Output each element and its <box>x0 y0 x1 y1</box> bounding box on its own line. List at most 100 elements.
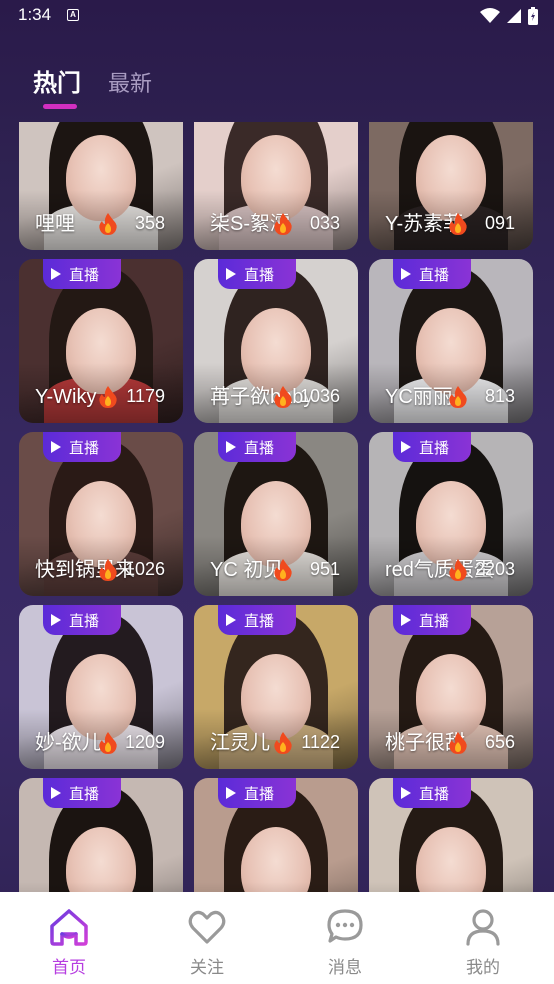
nav-message-label: 消息 <box>328 958 362 977</box>
play-icon <box>226 614 236 626</box>
fire-icon <box>449 732 467 754</box>
live-label: 直播 <box>244 439 275 457</box>
popularity-count: 1036 <box>299 386 340 406</box>
live-label: 直播 <box>419 612 450 630</box>
status-time: 1:34 <box>18 5 52 24</box>
popularity-count: 951 <box>309 559 340 579</box>
home-icon <box>50 909 88 946</box>
fire-icon <box>274 213 292 235</box>
card-shade <box>194 882 358 892</box>
play-icon <box>401 441 411 453</box>
popularity-count: 1026 <box>124 559 165 579</box>
live-label: 直播 <box>69 785 100 803</box>
live-badge: 直播 <box>393 778 471 808</box>
fire-icon <box>99 213 117 235</box>
tab-new[interactable]: 最新 <box>108 66 152 98</box>
live-label: 直播 <box>69 439 100 457</box>
user-icon <box>466 909 500 946</box>
fire-icon <box>449 213 467 235</box>
nav-message[interactable]: 消息 <box>276 892 414 984</box>
streamer-grid[interactable]: 哩哩 358 柒S-絮瀮 033 Y-苏素菲 091 直播 Y-Wiky 1179 直播 苒子欲ba… <box>0 122 554 892</box>
live-badge: 直播 <box>43 432 121 462</box>
live-label: 直播 <box>244 266 275 284</box>
streamer-card[interactable]: Y-苏素菲 091 <box>369 122 533 250</box>
fire-icon <box>274 559 292 581</box>
fire-icon <box>449 386 467 408</box>
popularity-count: 1122 <box>301 732 340 752</box>
live-badge: 直播 <box>218 778 296 808</box>
play-icon <box>226 787 236 799</box>
live-badge: 直播 <box>218 432 296 462</box>
play-icon <box>226 268 236 280</box>
fire-icon <box>99 559 117 581</box>
streamer-card[interactable]: 直播Lucky宝儿610 <box>19 778 183 892</box>
card-shade <box>369 882 533 892</box>
streamer-name: Y-Wiky <box>35 386 97 408</box>
play-icon <box>401 787 411 799</box>
play-icon <box>226 441 236 453</box>
streamer-card[interactable]: 柒S-絮瀮 033 <box>194 122 358 250</box>
fire-icon <box>99 732 117 754</box>
live-badge: 直播 <box>393 432 471 462</box>
streamer-card[interactable]: 直播 YC 初见 951 <box>194 432 358 596</box>
fire-icon <box>99 386 117 408</box>
streamer-card[interactable]: 哩哩 358 <box>19 122 183 250</box>
popularity-count: 813 <box>484 386 515 406</box>
popularity-count: 1209 <box>124 732 165 752</box>
streamer-name: 快到锅里来 <box>35 559 135 581</box>
nav-mine-label: 我的 <box>466 958 500 977</box>
fire-icon <box>449 559 467 581</box>
live-badge: 直播 <box>43 778 121 808</box>
live-label: 直播 <box>419 439 450 457</box>
popularity-count: 1179 <box>126 386 165 406</box>
status-icons <box>480 7 538 25</box>
card-shade <box>19 882 183 892</box>
live-label: 直播 <box>244 612 275 630</box>
live-badge: 直播 <box>218 605 296 635</box>
streamer-name: 苒子欲baby <box>210 386 314 408</box>
popularity-count: 2203 <box>474 559 515 579</box>
popularity-count: 033 <box>309 213 340 233</box>
play-icon <box>401 268 411 280</box>
nav-home-label: 首页 <box>52 958 86 977</box>
nav-mine[interactable]: 我的 <box>414 892 552 984</box>
heart-icon <box>188 910 226 944</box>
play-icon <box>51 268 61 280</box>
chat-bubble-icon <box>327 909 363 943</box>
wifi-icon <box>480 8 500 23</box>
nav-follow[interactable]: 关注 <box>138 892 276 984</box>
live-badge: 直播 <box>43 259 121 289</box>
streamer-card[interactable]: 直播快到锅里来 1026 <box>19 432 183 596</box>
signal-icon <box>507 9 521 23</box>
streamer-card[interactable]: 直播 Y-Wiky 1179 <box>19 259 183 423</box>
live-badge: 直播 <box>43 605 121 635</box>
live-label: 直播 <box>419 266 450 284</box>
streamer-name: 妙-欲儿 <box>35 732 102 754</box>
tab-hot[interactable]: 热门 <box>33 63 81 98</box>
popularity-count: 358 <box>134 213 165 233</box>
streamer-card[interactable]: 直播苒子欲baby 1036 <box>194 259 358 423</box>
streamer-card[interactable]: 直播 YC丽丽 813 <box>369 259 533 423</box>
fire-icon <box>274 732 292 754</box>
fire-icon <box>274 386 292 408</box>
status-bar: 1:34 A <box>0 0 554 32</box>
nav-home[interactable]: 首页 <box>0 892 138 984</box>
notification-icon: A <box>67 9 79 21</box>
live-label: 直播 <box>244 785 275 803</box>
streamer-card[interactable]: 直播 red气质蛋蛋 2203 <box>369 432 533 596</box>
live-label: 直播 <box>419 785 450 803</box>
streamer-card[interactable]: 直播妙-欲儿 1209 <box>19 605 183 769</box>
popularity-count: 656 <box>484 732 515 752</box>
streamer-card[interactable]: 直播 江灵儿 1122 <box>194 605 358 769</box>
live-badge: 直播 <box>393 259 471 289</box>
popularity-count: 091 <box>484 213 515 233</box>
bottom-navigation: 首页 关注 消息 我的 <box>0 892 554 984</box>
streamer-card[interactable]: 直播 桃子很甜 656 <box>369 605 533 769</box>
play-icon <box>51 787 61 799</box>
play-icon <box>51 441 61 453</box>
streamer-card[interactable]: 直播小小、587 <box>194 778 358 892</box>
streamer-card[interactable]: 直播❤然然474 <box>369 778 533 892</box>
live-badge: 直播 <box>218 259 296 289</box>
battery-icon <box>528 7 538 25</box>
nav-follow-label: 关注 <box>190 958 224 977</box>
